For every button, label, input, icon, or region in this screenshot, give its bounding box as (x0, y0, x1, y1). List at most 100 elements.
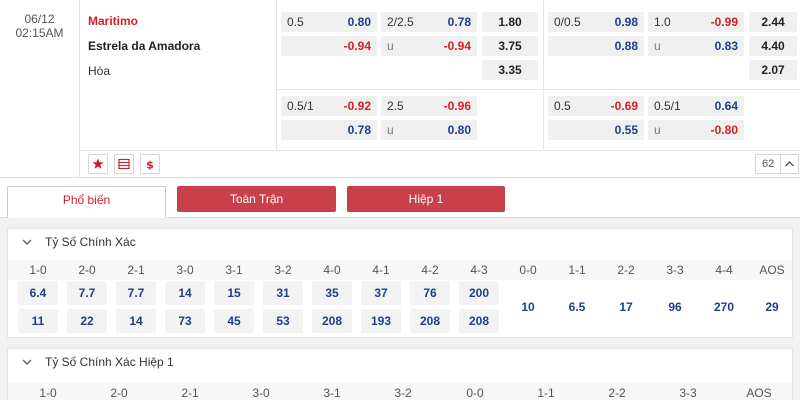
x12-away-cell[interactable]: 3.75 (482, 36, 538, 56)
score-label: 1-1 (568, 263, 586, 277)
score-odds-cell[interactable]: 37 (361, 281, 401, 305)
h1-ah-home-cell[interactable]: 0/0.5 0.98 (548, 12, 644, 32)
score-odds-cell[interactable]: 11 (18, 309, 58, 333)
h1-ou-over-cell[interactable]: 1.0 -0.99 (648, 12, 744, 32)
score-odds-cell[interactable]: 29 (752, 295, 792, 319)
h1-ou-under-cell[interactable]: u 0.83 (648, 36, 744, 56)
score-label: 2-0 (78, 263, 96, 277)
score-label: 1-0 (29, 263, 47, 277)
home-team[interactable]: Maritimo (88, 14, 138, 28)
score-label-row: 1-0 2-0 2-1 3-0 3-1 3-2 0-0 1-1 2-2 3-3 AOS (8, 383, 792, 400)
draw-label: Hòa (88, 64, 111, 78)
score-label: 0-0 (466, 386, 484, 400)
ah-away-cell[interactable]: -0.94 (281, 36, 377, 56)
score-label: 3-1 (323, 386, 341, 400)
tab-full-match[interactable]: Toàn Trận (177, 186, 336, 212)
score-odds-cell[interactable]: 10 (508, 295, 548, 319)
chevron-up-icon (785, 161, 794, 167)
h1-ou2-over-cell[interactable]: 0.5/1 0.64 (648, 96, 744, 116)
favorite-button[interactable] (88, 154, 108, 174)
score-odds-cell[interactable]: 31 (263, 281, 303, 305)
score-label: 4-2 (421, 263, 439, 277)
odds-button[interactable]: $ (140, 154, 160, 174)
svg-text:$: $ (146, 159, 154, 171)
h1-ah-away-cell[interactable]: 0.88 (548, 36, 644, 56)
score-label: 2-0 (110, 386, 128, 400)
h1-ah2-home-cell[interactable]: 0.5 -0.69 (548, 96, 644, 116)
score-label: 0-0 (519, 263, 537, 277)
score-odds-cell[interactable]: 208 (410, 309, 450, 333)
score-label: 1-1 (537, 386, 555, 400)
correct-score-h1-header[interactable]: Tỷ Số Chính Xác Hiệp 1 (8, 349, 792, 375)
score-label: 3-1 (225, 263, 243, 277)
ou-under-cell[interactable]: u -0.94 (381, 36, 477, 56)
tab-popular[interactable]: Phổ biến (7, 186, 166, 218)
x12-draw-cell[interactable]: 3.35 (482, 60, 538, 80)
score-odds-cell[interactable]: 96 (655, 295, 695, 319)
score-label: 3-0 (176, 263, 194, 277)
score-odds-cell[interactable]: 208 (312, 309, 352, 333)
score-label: 2-1 (127, 263, 145, 277)
ou-over-cell[interactable]: 2/2.5 0.78 (381, 12, 477, 32)
score-odds-cell[interactable]: 17 (606, 295, 646, 319)
panel-title: Tỷ Số Chính Xác (45, 235, 136, 249)
h1-ou2-under-cell[interactable]: u -0.80 (648, 120, 744, 140)
score-odds-cell[interactable]: 22 (67, 309, 107, 333)
ah-home-cell[interactable]: 0.5 0.80 (281, 12, 377, 32)
score-odds-cell[interactable]: 53 (263, 309, 303, 333)
score-label: 3-3 (679, 386, 697, 400)
ah2-home-cell[interactable]: 0.5/1 -0.92 (281, 96, 377, 116)
score-odds-cell[interactable]: 7.7 (116, 281, 156, 305)
score-odds-cell[interactable]: 6.5 (557, 295, 597, 319)
score-label: 3-3 (666, 263, 684, 277)
score-odds-cell[interactable]: 15 (214, 281, 254, 305)
ou2-over-cell[interactable]: 2.5 -0.96 (381, 96, 477, 116)
market-count: 62 (762, 158, 775, 170)
score-odds-cell[interactable]: 270 (704, 295, 744, 319)
score-label: 4-1 (372, 263, 390, 277)
score-label: AOS (759, 263, 785, 277)
score-label: 1-0 (39, 386, 57, 400)
away-team[interactable]: Estrela da Amadora (88, 39, 200, 53)
score-odds-cell[interactable]: 73 (165, 309, 205, 333)
panel-title: Tỷ Số Chính Xác Hiệp 1 (45, 355, 174, 369)
match-kickoff: 02:15AM (15, 26, 64, 40)
score-odds-cell[interactable]: 14 (116, 309, 156, 333)
tab-first-half[interactable]: Hiệp 1 (347, 186, 505, 212)
star-icon (92, 158, 104, 169)
score-label: 3-0 (252, 386, 270, 400)
table-icon (118, 158, 130, 170)
market-tabs: Phổ biến Toàn Trận Hiệp 1 (0, 178, 800, 218)
ah2-away-cell[interactable]: 0.78 (281, 120, 377, 140)
score-label: 2-2 (608, 386, 626, 400)
h1-x12-away-cell[interactable]: 4.40 (749, 36, 797, 56)
correct-score-header[interactable]: Tỷ Số Chính Xác (8, 229, 792, 255)
score-label: 2-2 (617, 263, 635, 277)
score-odds-cell[interactable]: 193 (361, 309, 401, 333)
correct-score-panel: Tỷ Số Chính Xác 1-0 2-0 2-1 3-0 3-1 3-2 4-0 4-1… (7, 228, 793, 338)
score-odds-cell[interactable]: 6.4 (18, 281, 58, 305)
score-label: AOS (746, 386, 772, 400)
dollar-icon: $ (146, 159, 154, 171)
ou2-under-cell[interactable]: u 0.80 (381, 120, 477, 140)
score-odds-cell[interactable]: 7.7 (67, 281, 107, 305)
match-date: 06/12 (24, 12, 55, 26)
score-odds-cell[interactable]: 76 (410, 281, 450, 305)
score-label: 4-0 (323, 263, 341, 277)
score-odds-cell[interactable]: 200 (459, 281, 499, 305)
x12-home-cell[interactable]: 1.80 (482, 12, 538, 32)
correct-score-h1-panel: Tỷ Số Chính Xác Hiệp 1 1-0 2-0 2-1 3-0 3-1 3-… (7, 348, 793, 400)
stats-button[interactable] (114, 154, 134, 174)
score-label: 4-4 (715, 263, 733, 277)
h1-ah2-away-cell[interactable]: 0.55 (548, 120, 644, 140)
match-time: 06/12 02:15AM (0, 0, 80, 178)
h1-x12-draw-cell[interactable]: 2.07 (749, 60, 797, 80)
score-odds-cell[interactable]: 45 (214, 309, 254, 333)
score-odds-cell[interactable]: 35 (312, 281, 352, 305)
score-label: 4-3 (470, 263, 488, 277)
more-markets-toggle[interactable]: 62 (755, 154, 799, 174)
score-odds-cell[interactable]: 14 (165, 281, 205, 305)
h1-x12-home-cell[interactable]: 2.44 (749, 12, 797, 32)
score-odds-cell[interactable]: 208 (459, 309, 499, 333)
chevron-down-icon (22, 239, 32, 245)
